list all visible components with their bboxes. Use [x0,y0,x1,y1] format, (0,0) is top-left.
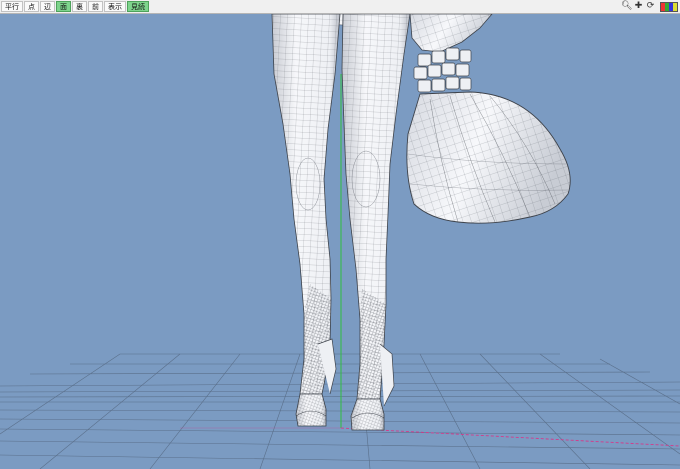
vertex-mode-button[interactable]: 点 [24,1,39,12]
parallel-view-button[interactable]: 平行 [1,1,23,12]
cloth-bag-mesh [406,91,571,224]
toolbar: 平行 点 辺 面 裏 前 表示 見続 🔍︎ ✚ ⟳ [0,0,680,14]
viewport-canvas [0,14,680,469]
right-leg-mesh [341,14,411,431]
see-through-button[interactable]: 見続 [127,1,149,12]
display-button[interactable]: 表示 [104,1,126,12]
back-face-button[interactable]: 裏 [72,1,87,12]
color-swatch-icon[interactable] [660,1,678,12]
edge-mode-button[interactable]: 辺 [40,1,55,12]
magnifier-icon[interactable]: 🔍︎ [621,1,632,12]
view-tools: 🔍︎ ✚ ⟳ [620,0,680,13]
bag-knot-mesh [409,14,493,53]
face-mode-button[interactable]: 面 [56,1,71,12]
floor-grid [0,353,680,469]
move-cross-icon[interactable]: ✚ [633,1,644,12]
x-axis-line [340,427,680,447]
front-button[interactable]: 前 [88,1,103,12]
rotate-icon[interactable]: ⟳ [645,1,656,12]
bag-knot-blocks [413,47,472,93]
3d-viewport[interactable] [0,14,680,469]
